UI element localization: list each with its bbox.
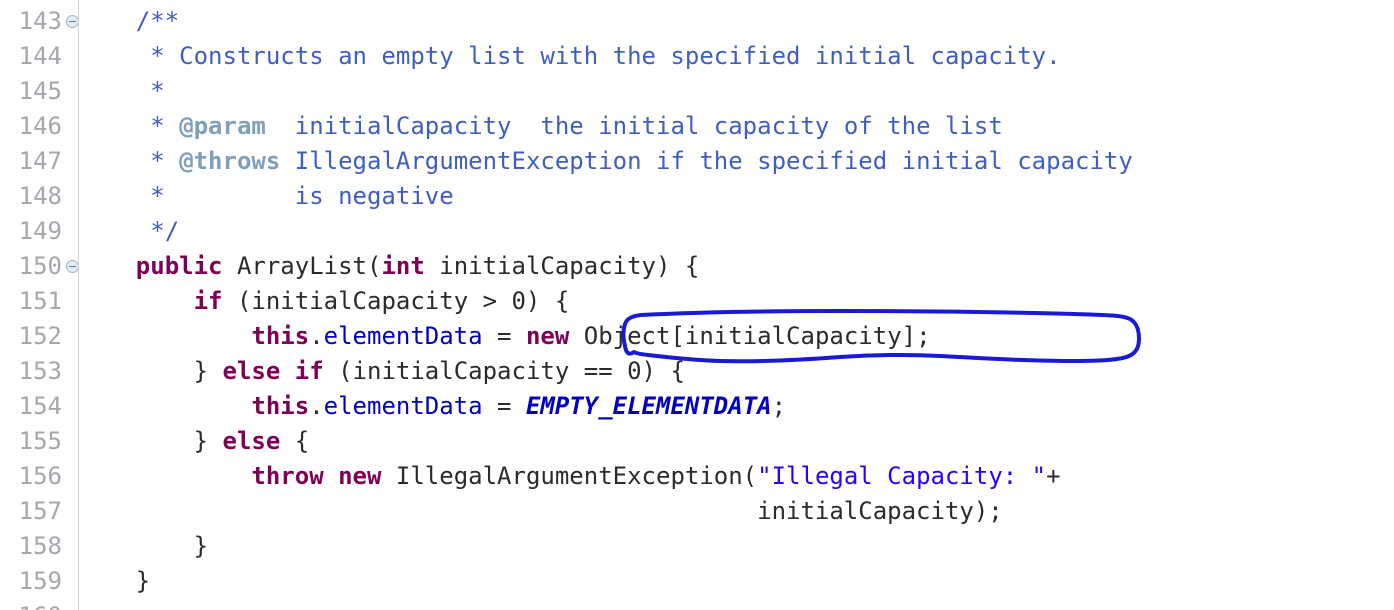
code-token: "Illegal Capacity: " (757, 462, 1047, 490)
code-token: elementData (323, 392, 483, 420)
code-editor[interactable]: 143 144 145 146 147 148 149 150 151 152 153 154 155 1… (0, 0, 1394, 610)
code-token: (initialCapacity == 0) { (323, 357, 685, 385)
line-number: 146 (18, 112, 62, 140)
line-number: 144 (18, 42, 62, 70)
code-token: initialCapacity the initial capacity of … (265, 112, 1003, 140)
code-token: Object[initialCapacity]; (569, 322, 931, 350)
line-number: 145 (18, 77, 62, 105)
code-line[interactable]: if (initialCapacity > 0) { (78, 284, 570, 319)
code-line[interactable]: * is negative (78, 179, 454, 214)
line-number: 153 (18, 357, 62, 385)
code-line[interactable]: * @throws IllegalArgumentException if th… (78, 144, 1133, 179)
code-token: * (78, 147, 180, 175)
line-number: 155 (18, 427, 62, 455)
code-line[interactable]: initialCapacity); (78, 494, 1003, 529)
code-token: + (1046, 462, 1061, 490)
code-token: . (309, 322, 324, 350)
code-line[interactable]: * @param initialCapacity the initial cap… (78, 109, 1003, 144)
code-token: } (78, 427, 223, 455)
code-token: if (294, 357, 324, 385)
code-token: throw (251, 462, 324, 490)
line-number: 160 (0, 599, 62, 610)
code-token: * is negative (78, 182, 454, 210)
code-token: new (525, 322, 570, 350)
code-token: int (381, 252, 425, 280)
code-token: else (222, 357, 281, 385)
line-number: 157 (18, 497, 62, 525)
line-number: 156 (18, 462, 62, 490)
code-token: ArrayList( (222, 252, 382, 280)
code-token: = (482, 322, 526, 350)
line-number: 150 (18, 252, 62, 280)
code-token: { (280, 427, 310, 455)
code-line[interactable]: this.elementData = EMPTY_ELEMENTDATA; (78, 389, 786, 424)
code-token: . (309, 392, 324, 420)
code-token: * (78, 77, 165, 105)
line-number: 159 (18, 567, 62, 595)
code-token: initialCapacity); (78, 497, 1003, 525)
line-number: 152 (18, 322, 62, 350)
code-line[interactable]: } else if (initialCapacity == 0) { (78, 354, 685, 389)
code-token: initialCapacity) { (424, 252, 700, 280)
code-token: } (78, 357, 223, 385)
code-line[interactable]: } (78, 529, 208, 564)
code-token: * (78, 112, 180, 140)
code-line[interactable]: * Constructs an empty list with the spec… (78, 39, 1061, 74)
code-token: new (338, 462, 382, 490)
code-token: (initialCapacity > 0) { (222, 287, 570, 315)
line-number: 151 (18, 287, 62, 315)
code-token: } (78, 567, 151, 595)
line-number: 158 (18, 532, 62, 560)
line-number: 149 (18, 217, 62, 245)
code-token: public (135, 252, 223, 280)
code-token: if (193, 287, 223, 315)
line-number: 143 (18, 7, 62, 35)
code-line[interactable]: public ArrayList(int initialCapacity) { (78, 249, 700, 284)
code-token: EMPTY_ELEMENTDATA (525, 392, 772, 420)
line-number: 147 (18, 147, 62, 175)
line-number-gutter[interactable]: 143 144 145 146 147 148 149 150 151 152 153 154 155 1… (0, 0, 79, 610)
code-line[interactable]: /** (78, 4, 179, 39)
code-token: /** (135, 7, 180, 35)
code-token: IllegalArgumentException( (381, 462, 758, 490)
code-token: ; (771, 392, 787, 420)
code-text-area[interactable]: /** * Constructs an empty list with the … (78, 0, 1394, 610)
code-line[interactable]: } else { (78, 424, 310, 459)
code-token: * Constructs an empty list with the spec… (78, 42, 1061, 70)
code-line[interactable]: * (78, 74, 165, 109)
line-number: 148 (18, 182, 62, 210)
code-token: this (251, 392, 310, 420)
code-token: */ (78, 217, 180, 245)
code-token: elementData (323, 322, 483, 350)
code-token: } (78, 532, 209, 560)
code-line[interactable]: */ (78, 214, 179, 249)
code-token: IllegalArgumentException if the specifie… (280, 147, 1133, 175)
code-token: this (251, 322, 310, 350)
code-token: else (222, 427, 281, 455)
line-number: 154 (18, 392, 62, 420)
code-token: = (482, 392, 526, 420)
code-line[interactable]: this.elementData = new Object[initialCap… (78, 319, 931, 354)
code-token: @throws (179, 147, 281, 175)
code-token: @param (179, 112, 266, 140)
code-line[interactable]: throw new IllegalArgumentException("Ille… (78, 459, 1061, 494)
code-line[interactable]: } (78, 564, 150, 599)
